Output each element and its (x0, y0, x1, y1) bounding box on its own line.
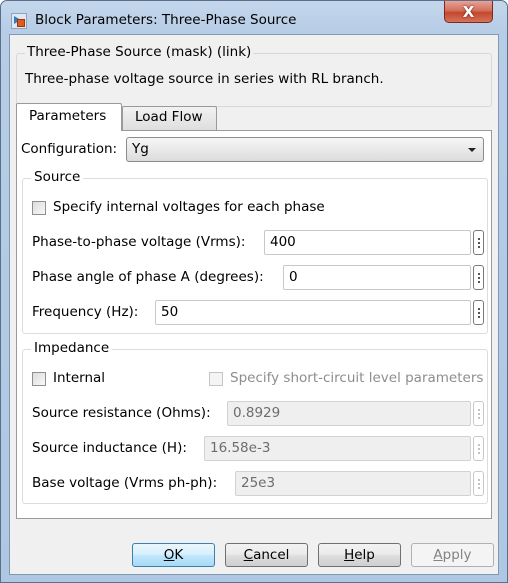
dialog-client-area: Three-Phase Source (mask) (link) Three-p… (9, 34, 499, 575)
base-voltage-label: Base voltage (Vrms ph-ph): (32, 475, 218, 491)
internal-checkbox[interactable] (32, 372, 46, 386)
help-label: elp (354, 547, 375, 563)
frequency-label: Frequency (Hz): (32, 304, 139, 320)
phase-voltage-label: Phase-to-phase voltage (Vrms): (32, 234, 246, 250)
internal-label: Internal (53, 370, 106, 386)
ok-button[interactable]: OK (132, 543, 215, 567)
tab-load-flow[interactable]: Load Flow (122, 106, 217, 130)
chevron-down-icon (468, 148, 476, 152)
source-resistance-input[interactable]: 0.8929 (227, 401, 471, 426)
close-button[interactable]: X (444, 1, 493, 23)
help-button[interactable]: Help (318, 543, 401, 567)
source-group: Source Specify internal voltages for eac… (22, 169, 488, 334)
apply-button[interactable]: Apply (411, 543, 494, 567)
base-voltage-options-button[interactable] (473, 471, 484, 496)
short-circuit-label: Specify short-circuit level parameters (230, 370, 484, 386)
mask-title: Three-Phase Source (mask) (link) (25, 44, 254, 60)
help-mnemonic: H (344, 547, 355, 563)
phase-angle-options-button[interactable] (473, 265, 484, 290)
configuration-label: Configuration: (21, 141, 118, 157)
base-voltage-input[interactable]: 25e3 (235, 471, 471, 496)
configuration-value: Yg (132, 141, 149, 157)
tab-container: Parameters Load Flow Configuration: Yg S… (16, 103, 492, 521)
dialog-window: Block Parameters: Three-Phase Source X T… (0, 0, 508, 583)
phase-voltage-options-button[interactable] (473, 230, 484, 255)
ok-mnemonic: O (163, 547, 175, 563)
mask-description: Three-phase voltage source in series wit… (25, 71, 384, 87)
ok-label: K (174, 547, 184, 563)
phase-angle-input[interactable]: 0 (283, 265, 471, 290)
specify-internal-voltages-checkbox[interactable] (32, 201, 46, 215)
impedance-group: Impedance Internal Specify short-circuit… (22, 340, 488, 504)
cancel-label: ancel (253, 547, 290, 563)
apply-mnemonic: A (433, 547, 443, 563)
mask-info-group: Three-Phase Source (mask) (link) Three-p… (16, 44, 492, 107)
frequency-options-button[interactable] (473, 300, 484, 325)
apply-label: pply (442, 547, 472, 563)
source-resistance-options-button[interactable] (473, 401, 484, 426)
impedance-group-title: Impedance (31, 340, 113, 356)
simulink-block-icon (11, 13, 27, 29)
phase-angle-label: Phase angle of phase A (degrees): (32, 269, 264, 285)
window-title: Block Parameters: Three-Phase Source (35, 12, 297, 28)
phase-voltage-input[interactable]: 400 (264, 230, 471, 255)
short-circuit-checkbox[interactable] (209, 372, 223, 386)
source-group-title: Source (31, 169, 84, 185)
source-inductance-input[interactable]: 16.58e-3 (204, 436, 471, 461)
source-inductance-label: Source inductance (H): (32, 440, 187, 456)
source-resistance-label: Source resistance (Ohms): (32, 405, 211, 421)
cancel-button[interactable]: Cancel (225, 543, 308, 567)
specify-internal-voltages-label: Specify internal voltages for each phase (53, 199, 325, 215)
frequency-input[interactable]: 50 (155, 300, 471, 325)
title-bar[interactable]: Block Parameters: Three-Phase Source X (1, 1, 507, 37)
source-inductance-options-button[interactable] (473, 436, 484, 461)
parameters-panel: Configuration: Yg Source Specify interna… (16, 130, 492, 519)
close-icon: X (462, 2, 475, 21)
tab-parameters[interactable]: Parameters (16, 103, 122, 131)
cancel-mnemonic: C (243, 547, 254, 563)
configuration-dropdown[interactable]: Yg (126, 137, 484, 162)
